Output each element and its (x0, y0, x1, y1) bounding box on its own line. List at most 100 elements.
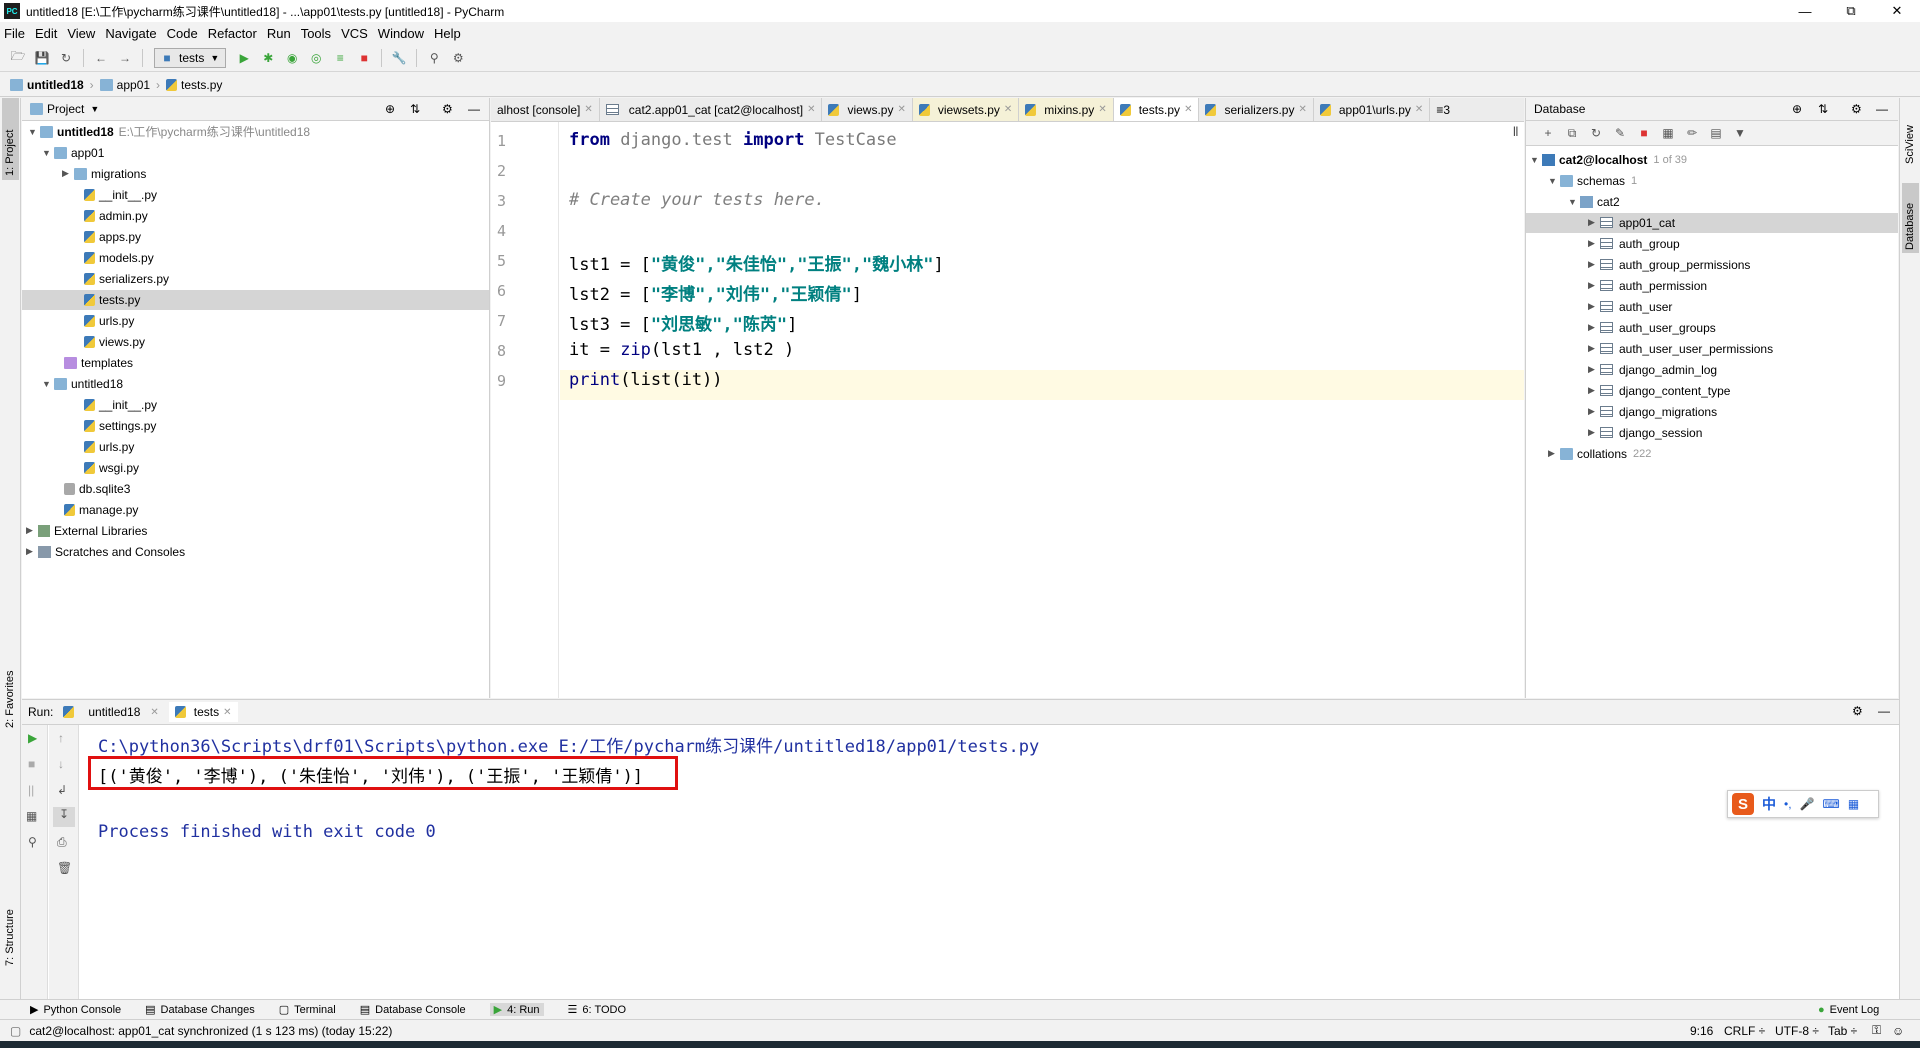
pause-icon[interactable]: || (28, 783, 34, 797)
menu-refactor[interactable]: Refactor (208, 26, 257, 41)
db-table-row[interactable]: ▶ django_content_type (1588, 380, 1730, 401)
stop-icon[interactable]: ■ (28, 757, 35, 771)
chevron-down-icon[interactable]: ▼ (28, 127, 40, 137)
console-icon[interactable]: ▤ (1708, 125, 1724, 141)
db-table-row[interactable]: ▶ auth_permission (1588, 275, 1707, 296)
concurrency-icon[interactable]: ≡ (332, 50, 348, 66)
pin-icon[interactable]: ⚲ (28, 835, 37, 849)
db-table-row[interactable]: ▶ auth_group_permissions (1588, 254, 1750, 275)
tree-item[interactable]: ▶ External Libraries (26, 520, 147, 541)
trash-icon[interactable]: 🗑 (57, 861, 72, 875)
vcs-icon[interactable]: ⚙ (450, 50, 466, 66)
tab-overflow[interactable]: ≡3 (1430, 98, 1456, 121)
menu-help[interactable]: Help (434, 26, 461, 41)
structure-stripe-label[interactable]: 7: Structure (4, 909, 16, 966)
code-line-7[interactable]: lst3 = ["刘思敏","陈芮"] (569, 310, 797, 335)
tree-item[interactable]: ▼ app01 (42, 142, 104, 163)
event-log-button[interactable]: ● Event Log (1818, 1004, 1879, 1016)
chevron-down-icon[interactable]: ▼ (1568, 197, 1580, 207)
tab-views[interactable]: views.py ✕ (822, 98, 913, 121)
menu-view[interactable]: View (67, 26, 95, 41)
db-table-row[interactable]: ▶ auth_user (1588, 296, 1672, 317)
tab-console[interactable]: alhost [console] ✕ (491, 98, 600, 121)
db-collations[interactable]: ▶ collations 222 (1548, 443, 1651, 464)
breadcrumb-app01[interactable]: app01 (117, 78, 150, 92)
save-all-icon[interactable]: 💾 (34, 50, 50, 66)
close-icon[interactable]: ✕ (584, 104, 592, 115)
chevron-right-icon[interactable]: ▶ (26, 525, 38, 536)
db-table-row[interactable]: ▶ auth_user_user_permissions (1588, 338, 1773, 359)
close-icon[interactable]: ✕ (1098, 104, 1106, 115)
scroll-to-end-icon[interactable]: ↧ (53, 807, 75, 827)
menu-window[interactable]: Window (378, 26, 424, 41)
restore-icon[interactable]: ⧉ (1828, 0, 1874, 22)
hide-icon[interactable]: — (468, 102, 480, 116)
grid-icon[interactable]: ▦ (1848, 797, 1859, 811)
ime-language-toggle[interactable]: 中 (1762, 794, 1776, 814)
run-tab-tests[interactable]: tests ✕ (168, 702, 238, 722)
locate-icon[interactable]: ⊕ (1792, 102, 1802, 116)
filter-icon[interactable]: ▼ (1732, 125, 1748, 141)
tree-item[interactable]: ▼ untitled18 (42, 373, 123, 394)
chevron-right-icon[interactable]: ▶ (1588, 364, 1600, 375)
up-arrow-icon[interactable]: ↑ (58, 731, 64, 745)
tree-item[interactable]: models.py (84, 247, 154, 268)
run-config-select[interactable]: ■ tests ▼ (154, 47, 227, 68)
collapse-icon[interactable]: ⇅ (1818, 102, 1828, 116)
db-table-row[interactable]: ▶ django_migrations (1588, 401, 1717, 422)
run-icon[interactable]: ▶ (236, 50, 252, 66)
layout-icon[interactable]: ▦ (26, 809, 37, 823)
chevron-right-icon[interactable]: ▶ (1588, 406, 1600, 417)
down-arrow-icon[interactable]: ↓ (58, 757, 64, 771)
profile-icon[interactable]: ◎ (308, 50, 324, 66)
collapse-icon[interactable]: ⇅ (410, 102, 420, 116)
close-icon[interactable]: ✕ (223, 707, 231, 718)
line-separator[interactable]: CRLF ÷ (1724, 1024, 1765, 1038)
tab-database-console[interactable]: ▤ Database Console (360, 1003, 466, 1017)
tab-tests[interactable]: tests.py ✕ (1113, 98, 1200, 121)
tree-item[interactable]: templates (64, 352, 133, 373)
tree-item[interactable]: manage.py (64, 499, 138, 520)
search-icon[interactable]: ⚲ (426, 50, 442, 66)
code-line-5[interactable]: lst1 = ["黄俊","朱佳怡","王振","魏小林"] (569, 250, 944, 275)
copy-icon[interactable]: ⧉ (1564, 125, 1580, 141)
tab-urls[interactable]: app01\urls.py ✕ (1314, 98, 1431, 121)
chevron-right-icon[interactable]: ▶ (1588, 301, 1600, 312)
tab-viewsets[interactable]: viewsets.py ✕ (912, 98, 1020, 121)
tab-serializers[interactable]: serializers.py ✕ (1199, 98, 1314, 121)
db-schema[interactable]: ▼ cat2 (1568, 191, 1620, 212)
code-line-3[interactable]: # Create your tests here. (569, 190, 825, 210)
db-connection[interactable]: ▼ cat2@localhost 1 of 39 (1530, 149, 1687, 170)
tree-item[interactable]: wsgi.py (84, 457, 139, 478)
breadcrumb-file[interactable]: tests.py (181, 78, 222, 92)
status-icon[interactable]: ▢ (10, 1024, 21, 1038)
chevron-right-icon[interactable]: ▶ (1588, 238, 1600, 249)
ime-punctuation-toggle[interactable]: •, (1784, 797, 1792, 811)
menu-code[interactable]: Code (167, 26, 198, 41)
menu-file[interactable]: File (4, 26, 25, 41)
gear-icon[interactable]: ⚙ (1852, 704, 1863, 718)
indent-setting[interactable]: Tab ÷ (1828, 1024, 1857, 1038)
db-table-row[interactable]: ▶ django_session (1588, 422, 1702, 443)
table-view-icon[interactable]: ▦ (1660, 125, 1676, 141)
hide-icon[interactable]: — (1876, 102, 1888, 116)
sogou-logo-icon[interactable]: S (1732, 793, 1754, 815)
chevron-down-icon[interactable]: ▼ (42, 379, 54, 389)
hide-icon[interactable]: — (1878, 704, 1890, 718)
file-encoding[interactable]: UTF-8 ÷ (1775, 1024, 1819, 1038)
code-line-1[interactable]: from django.test import TestCase (569, 130, 897, 150)
chevron-down-icon[interactable]: ▼ (42, 148, 54, 158)
close-icon[interactable]: ✕ (150, 707, 158, 718)
back-arrow-icon[interactable]: ← (93, 50, 109, 66)
stop-icon[interactable]: ■ (1636, 125, 1652, 141)
chevron-right-icon[interactable]: ▶ (62, 168, 74, 179)
mic-icon[interactable]: 🎤 (1800, 797, 1815, 811)
tree-item[interactable]: apps.py (84, 226, 141, 247)
menu-edit[interactable]: Edit (35, 26, 57, 41)
refresh-icon[interactable]: ↻ (1588, 125, 1604, 141)
chevron-right-icon[interactable]: ▶ (1588, 427, 1600, 438)
db-table-row[interactable]: ▶ django_admin_log (1588, 359, 1717, 380)
favorites-stripe-label[interactable]: 2: Favorites (4, 671, 16, 728)
chevron-right-icon[interactable]: ▶ (1588, 280, 1600, 291)
code-line-9[interactable]: print(list(it)) (569, 370, 723, 390)
